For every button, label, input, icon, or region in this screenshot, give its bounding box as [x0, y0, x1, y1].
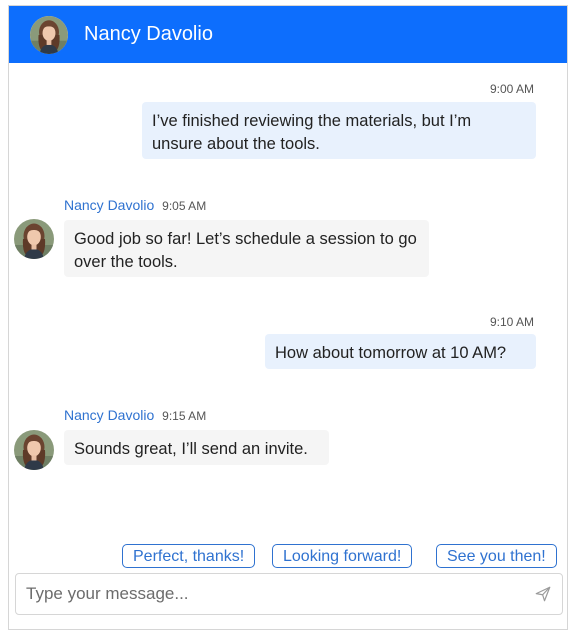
- header-title: Nancy Davolio: [84, 23, 213, 45]
- avatar: [30, 16, 68, 54]
- message-bubble: How about tomorrow at 10 AM?: [265, 334, 536, 369]
- message-bubble: Good job so far! Let’s schedule a sessio…: [64, 220, 429, 277]
- suggestion-button[interactable]: Perfect, thanks!: [122, 544, 256, 568]
- message-timestamp: 9:15 AM: [162, 409, 207, 423]
- message-timestamp: 9:05 AM: [162, 199, 207, 213]
- message-timestamp: 9:00 AM: [489, 82, 534, 96]
- sender-name: Nancy Davolio: [64, 407, 155, 423]
- sender-name: Nancy Davolio: [64, 197, 155, 213]
- message-sender-line: Nancy Davolio 9:05 AM: [64, 197, 206, 213]
- message-sender-line: Nancy Davolio 9:15 AM: [64, 407, 206, 423]
- avatar: [14, 219, 54, 259]
- avatar: [14, 430, 54, 470]
- message-bubble: I’ve finished reviewing the materials, b…: [142, 102, 536, 159]
- message-timestamp: 9:10 AM: [489, 315, 534, 329]
- chat-header: Nancy Davolio: [9, 6, 567, 63]
- message-input[interactable]: [26, 574, 526, 614]
- chat-window: Nancy Davolio 9:00 AM I’ve finished revi…: [8, 5, 568, 630]
- send-icon[interactable]: [534, 585, 552, 603]
- suggestion-button[interactable]: Looking forward!: [272, 544, 413, 568]
- suggestion-button[interactable]: See you then!: [436, 544, 557, 568]
- message-input-box: [15, 573, 563, 615]
- message-bubble: Sounds great, I’ll send an invite.: [64, 430, 329, 465]
